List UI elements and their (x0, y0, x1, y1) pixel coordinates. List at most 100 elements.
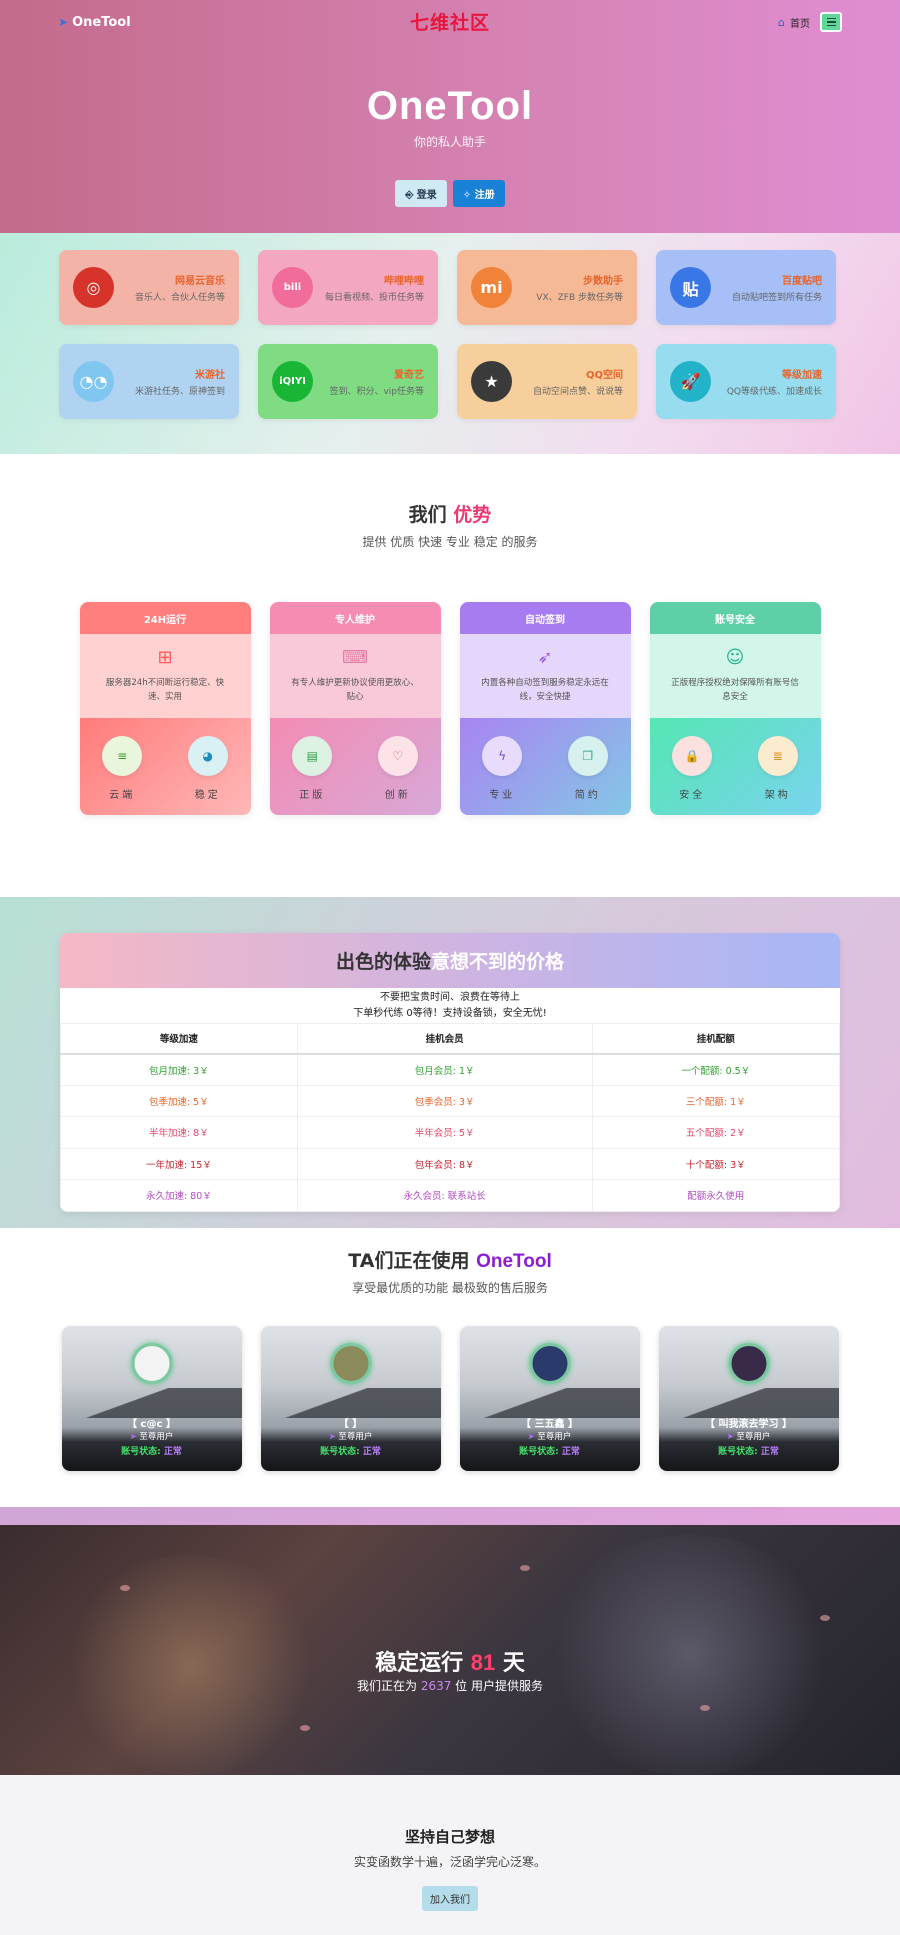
feature-item: ≡ 云端 (102, 736, 143, 815)
uptime-title: 稳定运行 81 天 (0, 1645, 900, 1677)
advantages-title: 我们 优势 (0, 500, 900, 527)
advantages-grid: 24H运行 ⊞ 服务器24h不间断运行稳定、快速、实用 ≡ 云端 ◕ 稳定 专人维护 ⌨ 有专人维… (0, 602, 900, 815)
app-desc: 每日看视频、投币任务等 (324, 293, 424, 303)
user-name: 【 c@c 】 (127, 1419, 176, 1430)
brand-link[interactable]: ➤ OneTool (58, 15, 131, 30)
user-count-number: 2637 (420, 1679, 452, 1693)
menu-toggle-button[interactable] (820, 12, 842, 32)
app-name: 步数助手 (583, 276, 623, 287)
app-name: 爱奇艺 (394, 370, 424, 381)
user-status-label: 账号状态: (320, 1447, 360, 1457)
user-status: 账号状态: 正常 (460, 1444, 640, 1457)
register-button[interactable]: ✧ 注册 (452, 180, 505, 207)
user-role-text: 至尊用户 (338, 1432, 373, 1442)
users-grid: 【 c@c 】 ➤ 至尊用户 账号状态: 正常【 】 ➤ 至尊用户 账号状态: 正常【 … (0, 1326, 900, 1471)
feature-item: ▤ 正版 (292, 736, 333, 815)
user-card[interactable]: 【 三五鑫 】 ➤ 至尊用户 账号状态: 正常 (459, 1326, 640, 1471)
hero-title: OneTool (366, 84, 534, 128)
app-desc: QQ等级代练、加速成长 (726, 387, 822, 397)
app-card[interactable]: 🚀 等级加速 QQ等级代练、加速成长 (656, 344, 836, 419)
price-cell: 包年会员: 8￥ (296, 1147, 593, 1180)
app-name: 百度贴吧 (782, 276, 822, 287)
apps-section: ◎ 网易云音乐 音乐人、合伙人任务等 bili 哔哩哔哩每日看视频、投币任务等 mi 步数助… (0, 233, 900, 454)
bilibili-icon: bili (272, 267, 313, 308)
feature-label: 创新 (384, 790, 411, 801)
login-button[interactable]: ⎆ 登录 (395, 180, 447, 207)
app-card[interactable]: bili 哔哩哔哩每日看视频、投币任务等 (258, 250, 438, 325)
feature-label: 安全 (679, 790, 706, 801)
nav-home-link[interactable]: ⌂ 首页 (778, 15, 810, 30)
advantages-section: 我们 优势 提供 优质 快速 专业 稳定 的服务 24H运行 ⊞ 服务器24h不间断… (0, 454, 900, 897)
users-section: TA们正在使用 OneTool 享受最优质的功能 最极致的售后服务 【 c@c … (0, 1228, 900, 1507)
user-role: ➤ 至尊用户 (62, 1430, 242, 1442)
user-count-text: 我们正在为 2637 位 用户提供服务 (0, 1677, 900, 1694)
table-row: 永久加速: 80￥ 永久会员: 联系站长 配额永久使用 (60, 1179, 840, 1212)
windows-icon: ⊞ (157, 647, 173, 668)
stats-banner: 稳定运行 81 天 我们正在为 2637 位 用户提供服务 (0, 1525, 900, 1775)
user-status-value: 正常 (362, 1447, 381, 1457)
user-card[interactable]: 【 叫我滚去学习 】 ➤ 至尊用户 账号状态: 正常 (658, 1326, 839, 1471)
price-cell: 五个配额: 2￥ (591, 1116, 840, 1149)
app-card[interactable]: mi 步数助手 VX、ZFB 步数任务等 (457, 250, 637, 325)
price-cell: 三个配额: 1￥ (591, 1084, 840, 1117)
app-card[interactable]: ◎ 网易云音乐 音乐人、合伙人任务等 (59, 250, 239, 325)
app-name: 哔哩哔哩 (384, 276, 424, 287)
heart-icon: ♡ (377, 736, 418, 776)
avatar (529, 1343, 570, 1384)
rocket-icon: ➶ (537, 647, 553, 668)
paper-plane-icon: ➤ (129, 1432, 140, 1442)
user-name: 【 叫我滚去学习 】 (705, 1419, 792, 1430)
app-card[interactable]: iQIYI 爱奇艺 签到、积分、vip任务等 (258, 344, 438, 419)
advantages-title-highlight: 优势 (453, 504, 492, 526)
feature-label: 云端 (109, 790, 136, 801)
app-desc: 签到、积分、vip任务等 (329, 387, 424, 397)
app-card[interactable]: 贴 百度贴吧 自动贴吧签到所有任务 (656, 250, 836, 325)
feature-item: ◕ 稳定 (187, 736, 228, 815)
lock-icon: 🔒 (672, 736, 713, 776)
mi-icon: mi (471, 267, 512, 308)
user-role-text: 至尊用户 (537, 1432, 572, 1442)
login-label: 登录 (416, 190, 437, 201)
feature-label: 简约 (574, 790, 601, 801)
app-desc: 自动空间点赞、说说等 (532, 387, 623, 397)
menu-icon (826, 17, 836, 20)
feature-label: 架构 (764, 790, 791, 801)
feature-item: ≣ 架构 (757, 736, 798, 815)
price-cell: 永久会员: 联系站长 (296, 1179, 593, 1212)
avatar (131, 1343, 172, 1384)
user-status: 账号状态: 正常 (261, 1444, 441, 1457)
pricing-title: 出色的体验 意想不到的价格 (60, 933, 840, 988)
app-card[interactable]: ★ QQ空间 自动空间点赞、说说等 (457, 344, 637, 419)
user-status-value: 正常 (163, 1447, 182, 1457)
keyboard-icon: ⌨ (342, 647, 368, 668)
advantage-card-title: 账号安全 (649, 602, 821, 634)
advantage-card: 专人维护 ⌨ 有专人维护更新协议使用更放心、贴心 ▤ 正版 ♡ 创新 (269, 602, 441, 815)
pricing-column-header: 挂机会员 (296, 1023, 593, 1055)
user-name: 【 】 (338, 1419, 363, 1430)
copy-icon: ❐ (567, 736, 608, 776)
table-row: 一年加速: 15￥ 包年会员: 8￥ 十个配额: 3￥ (60, 1147, 840, 1180)
price-cell: 包季加速: 5￥ (60, 1084, 298, 1117)
advantages-subtitle: 提供 优质 快速 专业 稳定 的服务 (362, 535, 538, 549)
users-title: TA们正在使用 OneTool (0, 1246, 900, 1273)
pricing-note-line1: 不要把宝贵时间、浪费在等待上 (380, 992, 520, 1003)
pricing-box: 出色的体验 意想不到的价格 不要把宝贵时间、浪费在等待上 下单秒代练 0等待！支… (60, 933, 840, 1212)
user-role-text: 至尊用户 (139, 1432, 174, 1442)
app-card[interactable]: ◔◔ 米游社 米游社任务、原神签到 (59, 344, 239, 419)
pricing-column-header: 挂机配额 (591, 1023, 840, 1055)
pricing-table: 等级加速 挂机会员 挂机配额 包月加速: 3￥ 包月会员: 1￥ 一个配额: 0.5￥ 包… (60, 1023, 840, 1212)
user-status-label: 账号状态: (519, 1447, 559, 1457)
user-status-value: 正常 (561, 1447, 580, 1457)
user-card[interactable]: 【 】 ➤ 至尊用户 账号状态: 正常 (260, 1326, 441, 1471)
site-title: 七维社区 (409, 12, 491, 34)
price-cell: 永久加速: 80￥ (60, 1179, 298, 1212)
home-icon: ⌂ (778, 15, 785, 29)
feature-item: ❐ 简约 (567, 736, 608, 815)
advantage-card: 账号安全 ☺ 正版程序授权绝对保障所有账号信息安全 🔒 安全 ≣ 架构 (649, 602, 821, 815)
register-icon: ✧ (462, 190, 475, 201)
user-card[interactable]: 【 c@c 】 ➤ 至尊用户 账号状态: 正常 (61, 1326, 242, 1471)
avatar (330, 1343, 371, 1384)
footer-cta: 坚持自己梦想 实变函数学十遍，泛函学完心泛寒。 加入我们 (0, 1775, 900, 1935)
app-name: 网易云音乐 (175, 276, 225, 287)
join-us-button[interactable]: 加入我们 (422, 1886, 478, 1911)
